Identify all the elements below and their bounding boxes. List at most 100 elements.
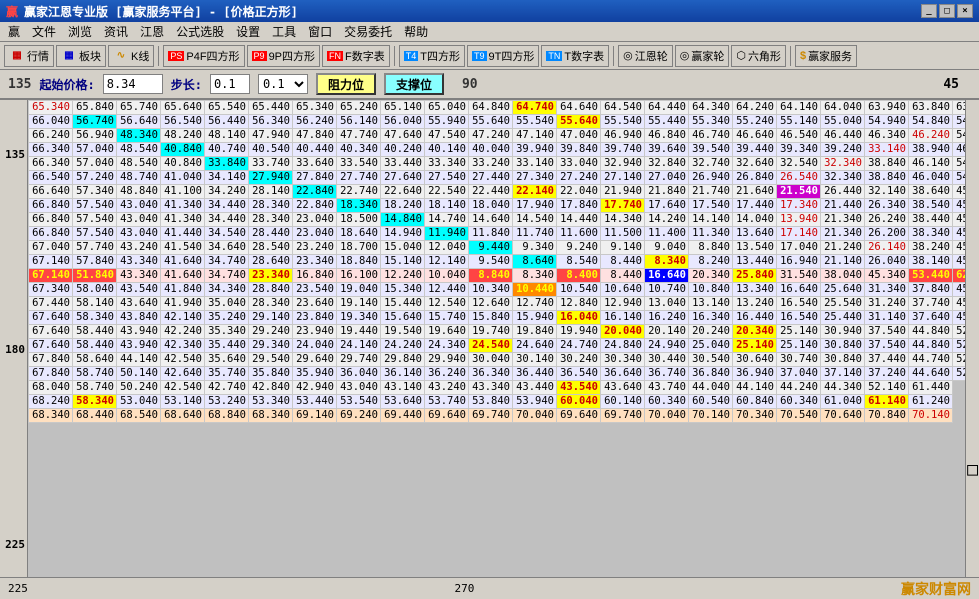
grid-scroll[interactable]: 65.340 65.840 65.740 65.640 65.540 65.44… [28,100,965,599]
table-cell: 14.540 [513,213,557,227]
table-cell: 61.040 [821,395,865,409]
table-cell: 57.540 [73,199,117,213]
toolbar-sector[interactable]: ▦ 板块 [56,45,106,67]
p9-badge: P9 [252,51,267,61]
table-cell: 14.940 [381,227,425,241]
start-price-input[interactable] [103,74,163,94]
toolbar-9t[interactable]: T9 9T四方形 [467,45,539,67]
table-cell: 45.840 [953,199,966,213]
menu-win[interactable]: 赢 [2,22,26,41]
table-cell-highlight: 22.840 [293,185,337,199]
table-cell: 64.840 [469,101,513,115]
table-cell: 33.140 [513,157,557,171]
table-cell: 67.040 [29,241,73,255]
menu-file[interactable]: 文件 [26,22,62,41]
table-cell: 9.140 [601,241,645,255]
table-cell: 65.540 [205,101,249,115]
support-button[interactable]: 支撑位 [384,73,444,95]
step-select[interactable]: 0.1 0.2 0.5 1 [258,74,308,94]
table-cell: 13.140 [689,297,733,311]
table-cell: 30.840 [821,339,865,353]
toolbar-service[interactable]: $ 赢家服务 [795,45,857,67]
table-cell: 21.340 [821,227,865,241]
table-cell: 54.940 [865,115,909,129]
close-button[interactable]: × [957,4,973,18]
table-cell: 13.940 [777,213,821,227]
minimize-button[interactable]: _ [921,4,937,18]
table-cell: 30.440 [645,353,689,367]
table-cell: 65.640 [161,101,205,115]
table-cell: 64.540 [601,101,645,115]
table-cell: 10.640 [601,283,645,297]
table-cell: 48.540 [117,157,161,171]
table-cell: 43.340 [117,269,161,283]
table-cell: 38.440 [909,213,953,227]
menu-window[interactable]: 窗口 [302,22,338,41]
table-cell: 68.240 [29,395,73,409]
toolbar-market[interactable]: ▦ 行情 [4,45,54,67]
table-cell: 55.340 [689,115,733,129]
maximize-button[interactable]: □ [939,4,955,18]
table-cell: 52.140 [865,381,909,395]
toolbar-p4f[interactable]: PS P4F四方形 [163,45,244,67]
table-cell: 53.440 [293,395,337,409]
table-cell: 25.440 [821,311,865,325]
menu-formula[interactable]: 公式选股 [170,22,230,41]
menu-tools[interactable]: 工具 [266,22,302,41]
table-cell: 60.340 [777,395,821,409]
table-cell: 41.640 [161,255,205,269]
table-cell: 21.640 [733,185,777,199]
step-input[interactable] [210,74,250,94]
toolbar-fn[interactable]: FN F数字表 [322,45,390,67]
brand-logo: 赢家财富网 [901,579,971,599]
table-cell: 67.640 [29,339,73,353]
table-cell: 27.340 [513,171,557,185]
table-cell-highlight: 24.540 [469,339,513,353]
toolbar-tn[interactable]: TN T数字表 [541,45,609,67]
resistance-button[interactable]: 阻力位 [316,73,376,95]
table-cell: 66.340 [29,157,73,171]
menu-info[interactable]: 资讯 [98,22,134,41]
table-cell: 25.640 [821,283,865,297]
menu-trade[interactable]: 交易委托 [338,22,398,41]
table-cell: 69.440 [381,409,425,423]
left-labels: 135 180 225 [0,100,28,599]
menu-help[interactable]: 帮助 [398,22,434,41]
table-cell: 35.840 [249,367,293,381]
table-cell: 53.940 [513,395,557,409]
toolbar-kline[interactable]: ∿ K线 [108,45,154,67]
window-controls[interactable]: _ □ × [921,4,973,18]
toolbar-9pf[interactable]: P9 9P四方形 [247,45,320,67]
table-cell: 33.040 [557,157,601,171]
table-cell: 41.100 [161,185,205,199]
table-cell: 22.040 [557,185,601,199]
table-row: 67.440 58.140 43.640 41.940 35.040 28.34… [29,297,966,311]
menu-browse[interactable]: 浏览 [62,22,98,41]
table-cell: 38.240 [909,241,953,255]
table-cell: 40.440 [293,143,337,157]
table-cell: 33.540 [337,157,381,171]
table-cell-highlight: 62.340 [953,269,966,283]
table-cell: 10.540 [557,283,601,297]
toolbar-t4f[interactable]: T4 T四方形 [399,45,465,67]
table-cell: 40.540 [249,143,293,157]
table-cell: 23.940 [293,325,337,339]
toolbar-hexagon[interactable]: ⬡ 六角形 [731,45,786,67]
sep1 [158,46,159,66]
menu-jianen[interactable]: 江恩 [134,22,170,41]
table-cell: 67.840 [29,367,73,381]
control-num-left: 135 [8,77,31,92]
table-cell-highlight: 33.840 [205,157,249,171]
table-cell: 40.340 [337,143,381,157]
kline-icon: ∿ [113,48,129,64]
table-cell: 26.340 [865,199,909,213]
table-cell: 34.340 [205,283,249,297]
toolbar-jianen-wheel[interactable]: ◎ 江恩轮 [618,45,673,67]
table-cell: 67.140 [29,255,73,269]
table-cell: 41.540 [161,241,205,255]
table-cell: 30.740 [777,353,821,367]
table-row: 67.040 57.740 43.240 41.540 34.640 28.54… [29,241,966,255]
toolbar-winner-wheel[interactable]: ◎ 赢家轮 [675,45,730,67]
menu-settings[interactable]: 设置 [230,22,266,41]
table-cell: 36.640 [601,367,645,381]
